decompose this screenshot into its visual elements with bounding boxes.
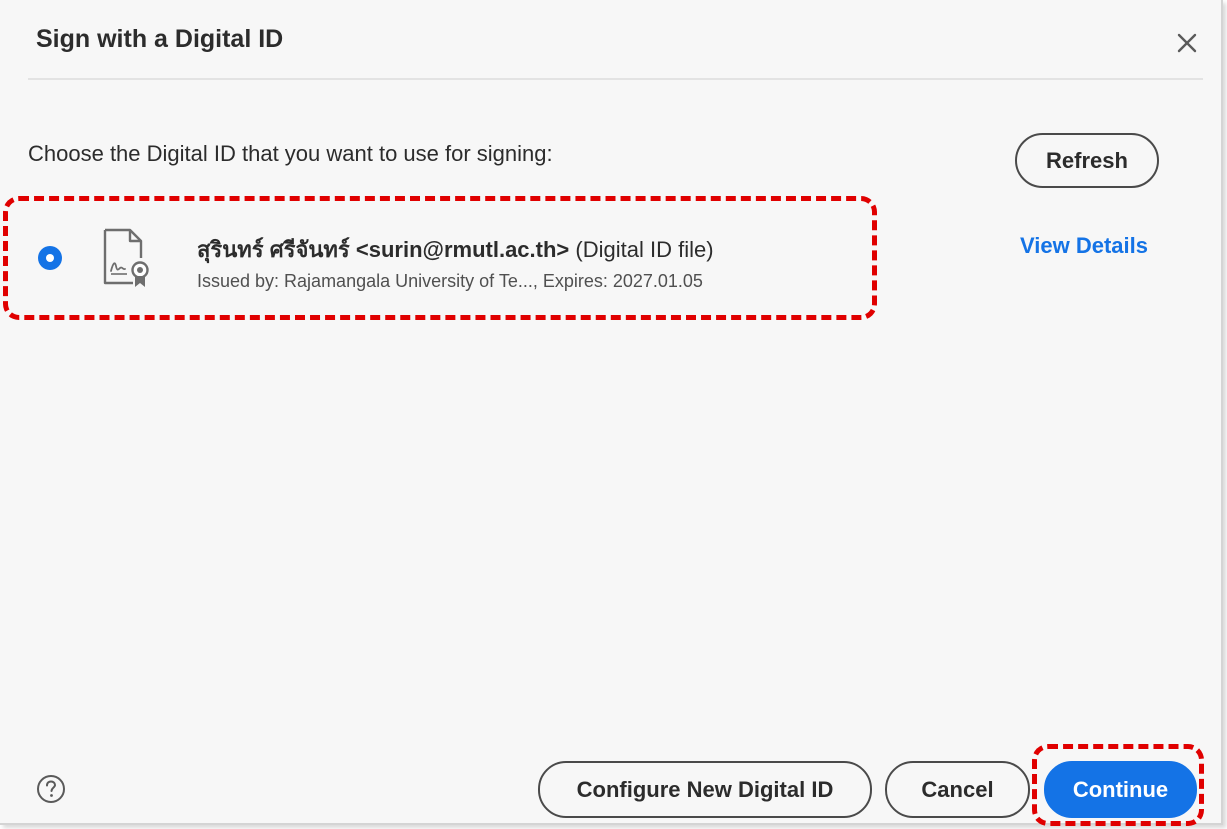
digital-id-type: (Digital ID file) [575,237,714,262]
continue-button[interactable]: Continue [1044,761,1197,818]
choose-id-prompt: Choose the Digital ID that you want to u… [28,141,553,166]
close-icon[interactable] [1170,26,1204,60]
dialog-title: Sign with a Digital ID [36,25,284,53]
digital-id-email: <surin@rmutl.ac.th> [355,237,570,262]
digital-id-radio[interactable] [38,246,62,270]
cancel-button[interactable]: Cancel [885,761,1030,818]
sign-digital-id-dialog: Sign with a Digital ID Choose the Digita… [0,0,1223,825]
digital-id-name: สุรินทร์ ศรีจันทร์ <surin@rmutl.ac.th> (… [197,232,714,267]
view-details-link[interactable]: View Details [1020,233,1148,259]
help-icon[interactable] [36,774,66,804]
digital-id-holder-name: สุรินทร์ ศรีจันทร์ [197,237,350,262]
title-divider [28,78,1203,80]
digital-id-issuer: Issued by: Rajamangala University of Te.… [197,271,703,291]
certificate-file-icon [103,228,149,287]
refresh-button[interactable]: Refresh [1015,133,1159,188]
configure-new-digital-id-button[interactable]: Configure New Digital ID [538,761,872,818]
